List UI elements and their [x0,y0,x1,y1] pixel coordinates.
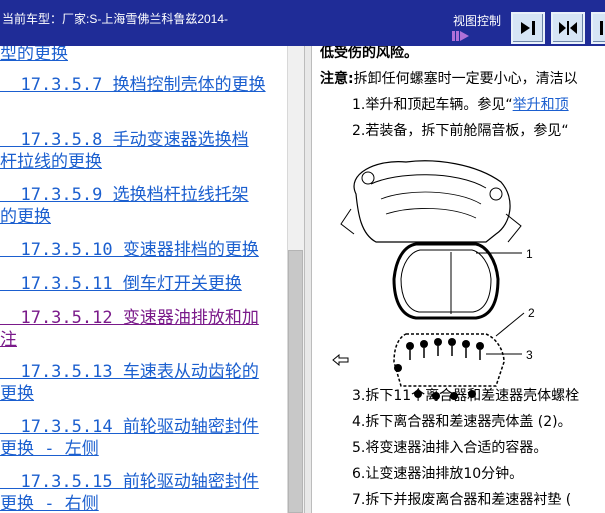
expand-left-button[interactable] [591,12,605,44]
toc-link[interactable]: 17.3.5.13 车速表从动齿轮的 [0,362,287,383]
collapse-right-button[interactable] [511,12,545,44]
callout-2: 2 [528,306,535,320]
step-7: 7.拆下并报废离合器和差速器衬垫 ( [352,492,572,508]
toc-link[interactable]: 17.3.5.8 手动变速器选换档 [0,130,287,151]
note-label: 注意: [320,71,354,87]
header-bar: 当前车型：厂家:S-上海雪佛兰科鲁兹2014- 视图控制 [0,0,605,46]
toc-link-visited[interactable]: 17.3.5.12 变速器油排放和加 [0,308,287,329]
toc-link[interactable]: 的更换 [0,207,287,228]
step-1: 1.举升和顶起车辆。参见“举升和顶 [352,94,569,114]
toc-link[interactable]: 型的更换 [0,46,287,65]
split-view-button[interactable] [551,12,585,44]
toc-link[interactable]: 更换 - 左侧 [0,439,287,460]
toc-link[interactable]: 更换 [0,384,287,405]
toc-link[interactable]: 杆拉线的更换 [0,152,287,173]
toc-link[interactable]: 17.3.5.10 变速器排档的更换 [0,240,287,261]
nav-scroll-thumb[interactable] [288,250,303,513]
arrow-right-bar-icon [521,21,535,35]
back-arrow-icon[interactable] [332,354,350,366]
view-indicator-icon [452,31,469,41]
current-car-model: 当前车型：厂家:S-上海雪佛兰科鲁兹2014- [2,12,229,26]
risk-text: 低受伤的风险。 [320,46,418,61]
step-5: 5.将变速器油排入合适的容器。 [352,440,548,456]
step-3: 3.拆下11个离合器和差速器壳体螺栓 [352,388,580,404]
step-4: 4.拆下离合器和差速器壳体盖 (2)。 [352,414,572,430]
step-2: 2.若装备，拆下前舱隔音板，参见“ [352,123,569,139]
step-6: 6.让变速器油排放10分钟。 [352,466,524,482]
toc-link-visited[interactable]: 注 [0,330,287,351]
note-paragraph: 注意:拆卸任何螺塞时一定要小心，清洁以 [320,68,578,88]
note-text: 拆卸任何螺塞时一定要小心，清洁以 [353,71,578,87]
transmission-cover-illustration: 1 2 3 [340,160,535,400]
callout-1: 1 [526,247,533,261]
toc-link[interactable]: 17.3.5.15 前轮驱动轴密封件 [0,472,287,493]
view-control-label: 视图控制 [453,14,502,28]
lift-vehicle-link[interactable]: 举升和顶 [513,97,569,113]
toc-link[interactable]: 更换 - 右侧 [0,494,287,513]
toc-nav-pane: 型的更换 17.3.5.7 换档控制壳体的更换 17.3.5.8 手动变速器选换… [0,46,287,513]
callout-3: 3 [526,348,533,362]
toc-link[interactable]: 17.3.5.7 换档控制壳体的更换 [0,75,287,96]
toc-link[interactable]: 17.3.5.11 倒车灯开关更换 [0,274,287,295]
step-1-text: 1.举升和顶起车辆。参见“ [352,97,513,113]
pane-splitter[interactable] [304,46,312,513]
document-content-pane: 低受伤的风险。 注意:拆卸任何螺塞时一定要小心，清洁以 1.举升和顶起车辆。参见… [312,46,605,513]
toc-link[interactable]: 17.3.5.9 选换档杆拉线托架 [0,185,287,206]
bar-icon [600,21,603,35]
split-arrows-icon [559,21,577,35]
toc-link[interactable]: 17.3.5.14 前轮驱动轴密封件 [0,417,287,438]
